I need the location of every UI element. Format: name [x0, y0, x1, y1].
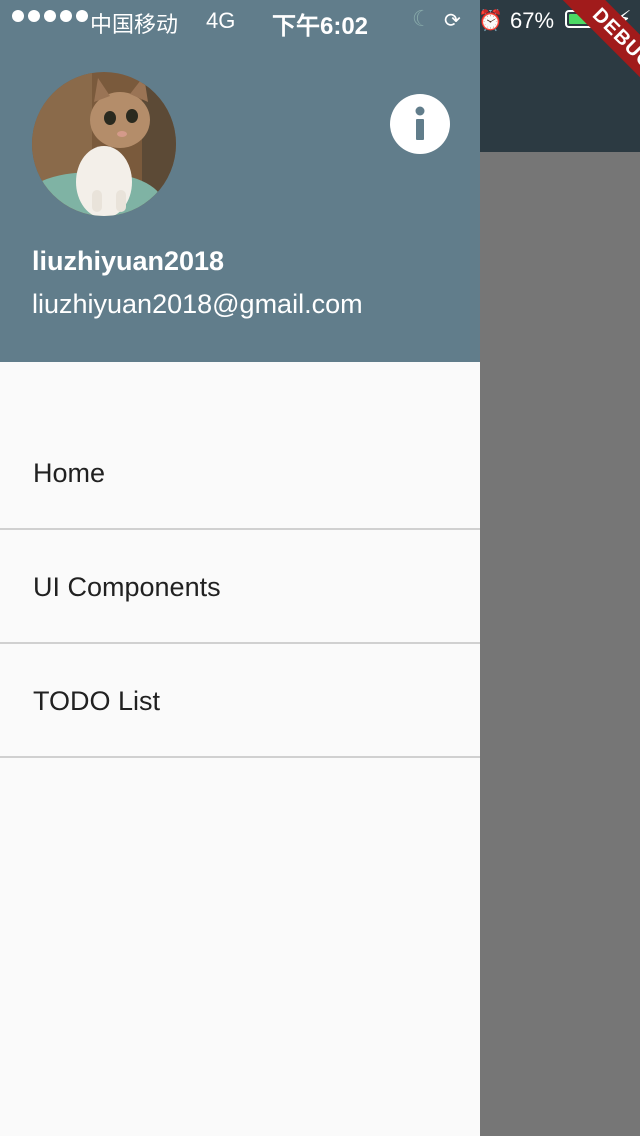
info-icon [415, 106, 425, 140]
drawer-scrim[interactable] [480, 152, 640, 1136]
carrier-name: 中国移动 [90, 12, 179, 37]
status-bar: 中国移动 4G 下午6:02 ☾ ⟳ ⏰ 67% ⚡ [0, 0, 640, 40]
cat-avatar-image [32, 72, 176, 216]
menu-item-label: Home [33, 458, 106, 488]
menu-item-todo-list[interactable]: TODO List [0, 646, 480, 758]
alarm-icon: ⏰ [478, 10, 503, 32]
do-not-disturb-icon: ☾ [412, 6, 432, 31]
network-type: 4G [206, 8, 236, 33]
status-time: 下午6:02 [272, 13, 369, 40]
signal-strength-icon [12, 10, 88, 22]
account-avatar[interactable] [32, 72, 176, 216]
navigation-drawer: liuzhiyuan2018 liuzhiyuan2018@gmail.com … [0, 0, 480, 1136]
drawer-header: liuzhiyuan2018 liuzhiyuan2018@gmail.com [0, 0, 480, 362]
rotation-lock-icon: ⟳ [444, 10, 461, 32]
menu-item-ui-components[interactable]: UI Components [0, 532, 480, 644]
account-name: liuzhiyuan2018 [32, 246, 225, 276]
menu-item-label: TODO List [33, 686, 161, 716]
info-button[interactable] [390, 94, 450, 154]
battery-percent: 67% [510, 8, 555, 33]
account-email: liuzhiyuan2018@gmail.com [32, 289, 363, 319]
menu-item-home[interactable]: Home [0, 418, 480, 530]
menu-item-label: UI Components [33, 572, 221, 602]
